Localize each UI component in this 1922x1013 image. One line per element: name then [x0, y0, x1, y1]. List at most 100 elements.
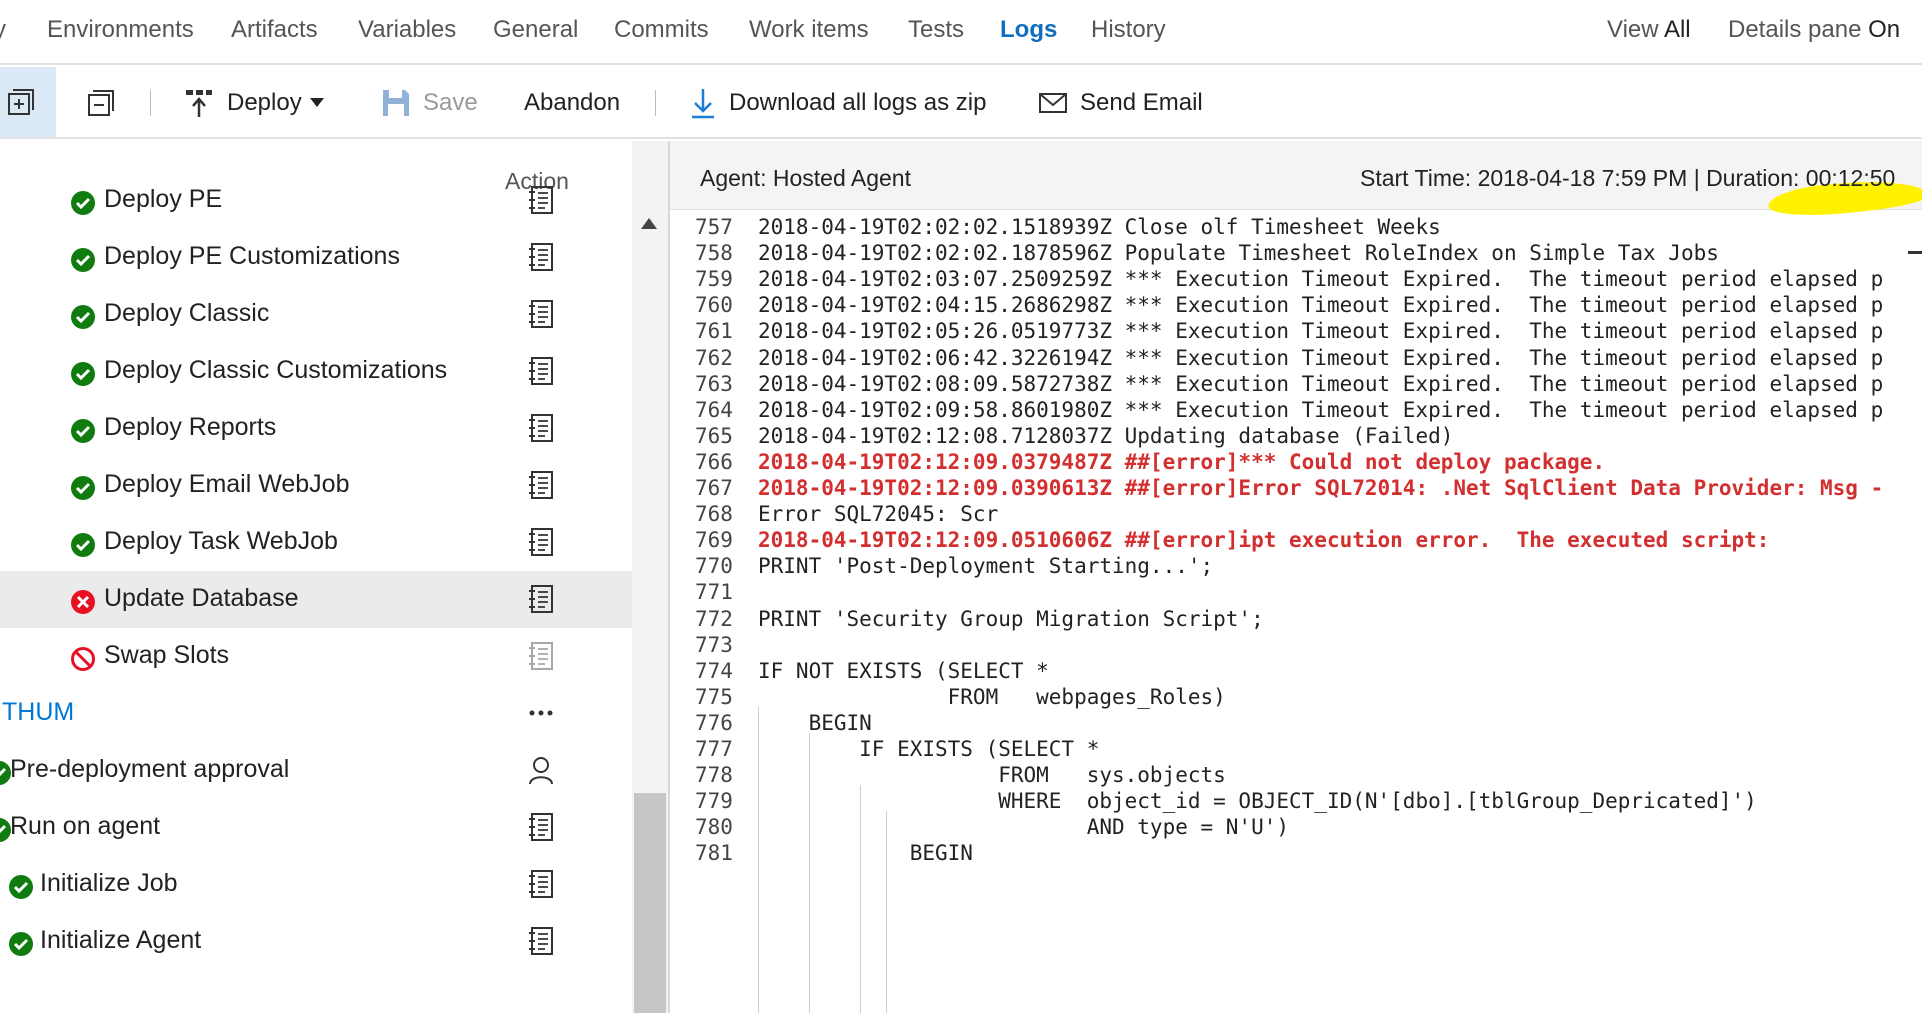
- view-log-icon[interactable]: [527, 469, 555, 501]
- save-icon: [383, 90, 409, 116]
- line-text: FROM sys.objects: [758, 763, 1226, 788]
- abandon-label: Abandon: [524, 89, 621, 116]
- scroll-thumb[interactable]: [634, 793, 666, 1013]
- step-row[interactable]: Deploy PE: [0, 172, 632, 229]
- download-logs-label: Download all logs as zip: [729, 89, 987, 116]
- view-log-icon[interactable]: [527, 355, 555, 387]
- download-logs-button[interactable]: Download all logs as zip: [689, 85, 986, 121]
- view-log-icon[interactable]: [527, 241, 555, 273]
- line-text: WHERE object_id = OBJECT_ID(N'[dbo].[tbl…: [758, 789, 1757, 814]
- line-text: PRINT 'Post-Deployment Starting...';: [758, 554, 1214, 579]
- tab-logs[interactable]: Logs: [1000, 16, 1057, 44]
- save-label: Save: [423, 89, 478, 116]
- line-number: 776: [695, 710, 733, 735]
- line-text: 2018-04-19T02:12:09.0510606Z ##[error]ip…: [758, 528, 1770, 553]
- send-email-button[interactable]: Send Email: [1038, 85, 1203, 121]
- details-pane-toggle[interactable]: Details pane On: [1728, 16, 1900, 44]
- tab-commits[interactable]: Commits: [614, 16, 709, 44]
- step-label: Deploy Task WebJob: [104, 527, 338, 555]
- approver-icon[interactable]: [527, 754, 555, 786]
- start-time-value: 2018-04-18 7:59 PM: [1477, 165, 1688, 191]
- step-label: Deploy PE: [104, 185, 223, 213]
- step-label: Update Database: [104, 584, 299, 612]
- line-text: FROM webpages_Roles): [758, 684, 1226, 709]
- line-text: 2018-04-19T02:04:15.2686298Z *** Executi…: [758, 293, 1884, 318]
- step-row[interactable]: Deploy Task WebJob: [0, 514, 632, 571]
- line-number: 772: [695, 606, 733, 631]
- details-pane-value: On: [1868, 16, 1901, 43]
- line-text: PRINT 'Security Group Migration Script';: [758, 606, 1264, 631]
- step-row[interactable]: Update Database: [0, 571, 632, 628]
- step-row[interactable]: Deploy PE Customizations: [0, 229, 632, 286]
- view-log-icon[interactable]: [527, 868, 555, 900]
- step-row[interactable]: Initialize Job: [0, 856, 632, 913]
- line-number: 770: [695, 554, 733, 579]
- tab-history[interactable]: History: [1091, 16, 1166, 44]
- line-text: 2018-04-19T02:08:09.5872738Z *** Executi…: [758, 371, 1884, 396]
- line-text: BEGIN: [758, 710, 872, 735]
- success-check-icon: [71, 476, 95, 500]
- line-number: 765: [695, 423, 733, 448]
- tab-tests[interactable]: Tests: [908, 16, 964, 44]
- tab-work-items[interactable]: Work items: [749, 16, 869, 44]
- step-row[interactable]: Deploy Reports: [0, 400, 632, 457]
- line-number: 759: [695, 267, 733, 292]
- line-number: 761: [695, 319, 733, 344]
- abandon-button[interactable]: Abandon: [524, 85, 620, 121]
- tab-artifacts[interactable]: Artifacts: [231, 16, 318, 44]
- step-row[interactable]: Swap Slots: [0, 628, 632, 685]
- tab-environments[interactable]: Environments: [47, 16, 194, 44]
- tab-truncated: y: [0, 16, 6, 43]
- line-text: 2018-04-19T02:06:42.3226194Z *** Executi…: [758, 345, 1884, 370]
- line-text: 2018-04-19T02:02:02.1518939Z Close olf T…: [758, 215, 1441, 239]
- log-content[interactable]: 757 2018-04-19T02:02:02.1518939Z Close ol…: [670, 211, 1922, 1013]
- step-row[interactable]: THUM: [0, 685, 632, 742]
- view-log-icon[interactable]: [527, 412, 555, 444]
- mail-icon: [1039, 93, 1067, 113]
- view-log-icon[interactable]: [527, 640, 555, 672]
- view-filter[interactable]: View All: [1607, 16, 1691, 44]
- step-row[interactable]: Pre-deployment approval: [0, 742, 632, 799]
- success-check-icon: [71, 533, 95, 557]
- indent-guide: [758, 706, 759, 1013]
- view-log-icon[interactable]: [527, 583, 555, 615]
- tab-variables[interactable]: Variables: [358, 16, 456, 44]
- step-row[interactable]: Deploy Email WebJob: [0, 457, 632, 514]
- view-log-icon[interactable]: [527, 298, 555, 330]
- collapse-all-button[interactable]: [86, 85, 116, 121]
- view-log-icon[interactable]: [527, 925, 555, 957]
- step-label: Run on agent: [10, 812, 161, 840]
- step-row[interactable]: Run on agent: [0, 799, 632, 856]
- tab-general[interactable]: General: [493, 16, 578, 44]
- scroll-up-arrow[interactable]: [641, 218, 657, 229]
- indent-guide: [860, 785, 861, 1013]
- expand-all-icon: [8, 89, 34, 115]
- step-row[interactable]: Deploy Classic: [0, 286, 632, 343]
- line-number: 780: [695, 815, 733, 840]
- steps-panel: Action Deploy PE Deploy PE Customizations…: [0, 141, 632, 1013]
- send-email-label: Send Email: [1080, 89, 1203, 116]
- steps-scrollbar[interactable]: [632, 141, 668, 1013]
- deploy-label: Deploy: [227, 89, 302, 116]
- save-button[interactable]: Save: [381, 85, 478, 121]
- deploy-icon: [186, 90, 212, 117]
- step-label: Pre-deployment approval: [10, 755, 290, 783]
- expand-all-button[interactable]: [0, 67, 56, 137]
- line-number: 771: [695, 580, 733, 605]
- indent-guide: [886, 811, 887, 1013]
- more-options-icon[interactable]: [527, 697, 555, 729]
- step-row[interactable]: Initialize Agent: [0, 913, 632, 970]
- deploy-button[interactable]: Deploy: [183, 85, 324, 121]
- step-label: Initialize Agent: [40, 926, 202, 954]
- view-log-icon[interactable]: [527, 811, 555, 843]
- line-number: 758: [695, 241, 733, 266]
- view-log-icon[interactable]: [527, 184, 555, 216]
- chevron-down-icon: [309, 98, 324, 107]
- view-log-icon[interactable]: [527, 526, 555, 558]
- start-time-label: Start Time:: [1360, 165, 1472, 191]
- step-label: Deploy Classic Customizations: [104, 356, 448, 384]
- line-text: 2018-04-19T02:12:09.0379487Z ##[error]**…: [758, 449, 1606, 474]
- line-number: 767: [695, 476, 733, 500]
- step-label: Deploy Classic: [104, 299, 270, 327]
- step-row[interactable]: Deploy Classic Customizations: [0, 343, 632, 400]
